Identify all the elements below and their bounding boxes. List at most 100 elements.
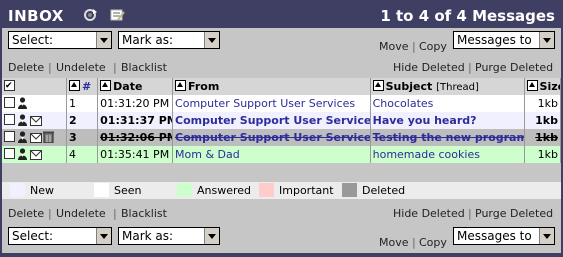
select-value: Select:	[12, 229, 54, 243]
message-row[interactable]: 4 01:35:41 PM Mom & Dad homemade cookies 1kb	[2, 146, 562, 163]
copy-link[interactable]: Copy	[419, 236, 447, 249]
table-header: # Date From Subject [Thread] Size	[2, 78, 562, 95]
row-checkbox[interactable]	[4, 113, 15, 125]
chevron-down-icon[interactable]	[204, 228, 219, 244]
message-row[interactable]: 3 01:32:06 PM Computer Support User Servic…	[2, 129, 562, 146]
sort-icon[interactable]	[372, 80, 384, 91]
blacklist-link[interactable]: Blacklist	[121, 61, 167, 74]
row-checkbox[interactable]	[4, 147, 15, 159]
row-from[interactable]: Computer Support User Services	[172, 129, 371, 146]
chevron-down-icon[interactable]	[96, 228, 111, 244]
num-label: #	[81, 80, 92, 93]
mailbox-title: INBOX	[8, 7, 64, 25]
undelete-link[interactable]: Undelete	[56, 61, 106, 74]
row-from[interactable]: Mom & Dad	[172, 146, 371, 163]
folder-value: Messages to	[457, 229, 532, 243]
purge-deleted-link[interactable]: Purge Deleted	[475, 207, 553, 220]
sort-icon[interactable]	[68, 80, 80, 91]
mark-as-dropdown[interactable]: Mark as:	[118, 227, 220, 245]
mark-as-value: Mark as:	[122, 229, 174, 243]
chevron-down-icon[interactable]	[96, 32, 111, 48]
from-header: From	[172, 78, 371, 95]
legend-swatch-deleted	[342, 183, 357, 197]
row-number: 3	[66, 129, 99, 146]
top-action-links: Delete | Undelete | Blacklist Hide Delet…	[2, 60, 561, 76]
top-toolbar: Select: Mark as: Move | Copy Messages to	[2, 28, 561, 54]
mark-as-dropdown[interactable]: Mark as:	[118, 31, 220, 49]
purge-deleted-link[interactable]: Purge Deleted	[475, 61, 553, 74]
separator: |	[48, 61, 52, 74]
size-label: Size	[539, 80, 560, 93]
row-from[interactable]: Computer Support User Services	[172, 95, 371, 112]
chevron-down-icon[interactable]	[539, 32, 554, 48]
row-subject[interactable]: Testing the new program.	[370, 129, 525, 146]
date-header: Date	[97, 78, 174, 95]
folder-dropdown[interactable]: Messages to	[453, 31, 555, 49]
delete-link[interactable]: Delete	[8, 207, 44, 220]
bottom-toolbar: Select: Mark as: Move | Copy Messages to	[2, 224, 561, 250]
thread-link[interactable]: [Thread]	[436, 82, 479, 93]
legend-seen: Seen	[114, 184, 142, 197]
undelete-link[interactable]: Undelete	[56, 207, 106, 220]
num-header: #	[66, 78, 99, 95]
trash-icon	[43, 131, 54, 143]
person-icon	[17, 147, 28, 160]
select-all-checkbox[interactable]	[4, 80, 15, 91]
sort-icon[interactable]	[175, 80, 187, 91]
select-dropdown[interactable]: Select:	[8, 227, 112, 245]
bottom-action-links: Delete | Undelete | Blacklist Hide Delet…	[2, 206, 561, 222]
person-icon	[17, 113, 28, 126]
select-dropdown[interactable]: Select:	[8, 31, 112, 49]
sort-icon[interactable]	[526, 80, 538, 91]
envelope-icon	[30, 115, 42, 128]
row-size: 1kb	[524, 129, 562, 146]
select-all-cell	[2, 78, 67, 95]
message-table: # Date From Subject [Thread] Size 101:31…	[2, 78, 562, 163]
separator: |	[113, 207, 117, 220]
hide-deleted-link[interactable]: Hide Deleted	[393, 207, 465, 220]
legend-swatch-new	[10, 183, 25, 197]
row-subject[interactable]: Have you heard?	[370, 112, 525, 129]
move-link[interactable]: Move	[379, 236, 409, 249]
row-size: 1kb	[524, 95, 562, 112]
message-row[interactable]: 1 01:31:20 PM Computer Support User Servic…	[2, 95, 562, 112]
row-from[interactable]: Computer Support User Services	[172, 112, 371, 129]
row-select-cell	[2, 112, 67, 129]
row-size: 1kb	[524, 146, 562, 163]
person-icon	[17, 130, 28, 143]
hide-deleted-link[interactable]: Hide Deleted	[393, 61, 465, 74]
compose-icon[interactable]	[109, 7, 125, 23]
legend-new: New	[30, 184, 54, 197]
subject-label: Subject	[385, 80, 433, 93]
inbox-panel: INBOX 1 to 4 of 4 Messages Select: Mark …	[2, 2, 562, 253]
message-row[interactable]: 2 01:31:37 PM Computer Support User Servic…	[2, 112, 562, 129]
separator: |	[412, 40, 416, 53]
row-checkbox[interactable]	[4, 97, 15, 108]
move-link[interactable]: Move	[379, 40, 409, 53]
legend-swatch-important	[259, 183, 274, 197]
legend-deleted: Deleted	[362, 184, 406, 197]
row-subject[interactable]: homemade cookies	[370, 146, 525, 163]
legend-answered: Answered	[197, 184, 252, 197]
row-subject[interactable]: Chocolates	[370, 95, 525, 112]
sort-icon[interactable]	[100, 80, 112, 91]
row-checkbox[interactable]	[4, 130, 15, 142]
envelope-icon	[30, 132, 42, 145]
row-number: 4	[66, 146, 99, 163]
chevron-down-icon[interactable]	[204, 32, 219, 48]
folder-dropdown[interactable]: Messages to	[453, 227, 555, 245]
delete-link[interactable]: Delete	[8, 61, 44, 74]
title-bar: INBOX 1 to 4 of 4 Messages	[2, 2, 561, 28]
refresh-icon[interactable]	[82, 7, 98, 23]
row-select-cell	[2, 129, 67, 146]
copy-link[interactable]: Copy	[419, 40, 447, 53]
legend-swatch-answered	[177, 183, 192, 197]
row-select-cell	[2, 146, 67, 163]
chevron-down-icon[interactable]	[539, 228, 554, 244]
person-icon	[17, 97, 28, 109]
row-date: 01:31:20 PM	[97, 95, 174, 112]
row-number: 1	[66, 95, 99, 112]
folder-value: Messages to	[457, 33, 532, 47]
blacklist-link[interactable]: Blacklist	[121, 207, 167, 220]
row-size: 1kb	[524, 112, 562, 129]
